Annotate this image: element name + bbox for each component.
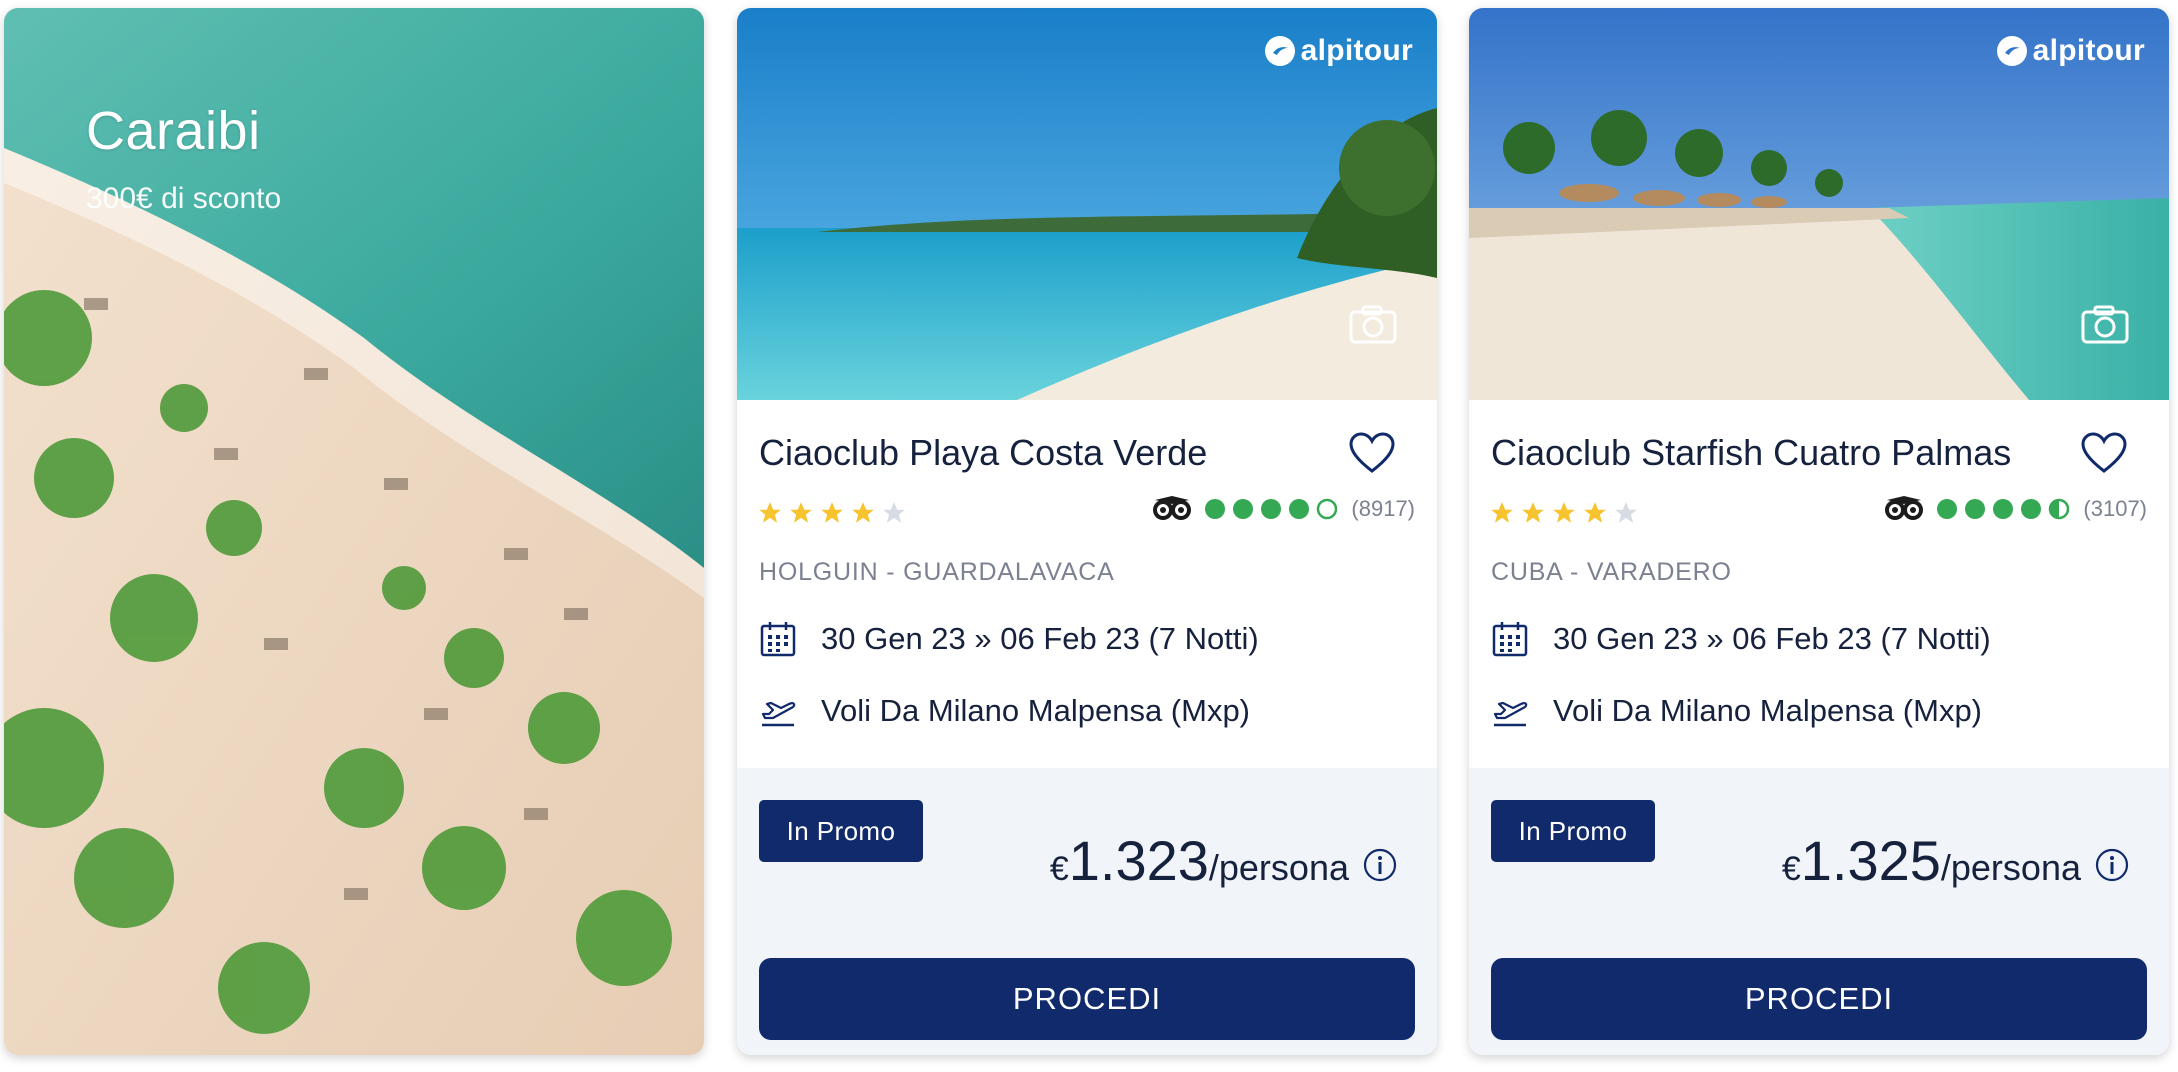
dates-text: 30 Gen 23 » 06 Feb 23 (7 Notti) [821, 621, 1259, 656]
travel-dates: 30 Gen 23 » 06 Feb 23 (7 Notti) [1491, 620, 1991, 658]
tripadvisor-owl-icon [1153, 496, 1192, 520]
alpitour-mark-icon [1264, 36, 1295, 66]
price-panel: In Promo € 1.323 /persona PROCEDI [737, 768, 1437, 1055]
flight-info: Voli Da Milano Malpensa (Mxp) [1491, 692, 1982, 730]
in-promo-badge: In Promo [1491, 800, 1655, 862]
rating-bubble-full-icon [1261, 499, 1282, 519]
price-amount: 1.323 [1068, 829, 1209, 892]
in-promo-badge: In Promo [759, 800, 923, 862]
tripadvisor-rating[interactable]: (8917) [1151, 494, 1415, 524]
price: € 1.323 /persona [1050, 828, 1397, 893]
price-currency: € [1049, 850, 1069, 888]
hotel-card-2[interactable]: alpitour Ciaoclub Starfish Cuatro Palmas [1469, 8, 2169, 1055]
star-empty-icon [883, 502, 905, 523]
brand-name: alpitour [1300, 34, 1413, 67]
rating-bubble-full-icon [1937, 499, 1958, 519]
plane-takeoff-icon [761, 701, 796, 727]
price-info-icon[interactable] [1363, 848, 1397, 882]
rating-bubble-full-icon [1289, 499, 1310, 519]
flights-text: Voli Da Milano Malpensa (Mxp) [1553, 693, 1983, 728]
rating-bubble-full-icon [1233, 499, 1254, 519]
rating-bubble-full-icon [1965, 499, 1986, 519]
price-unit: /persona [1940, 847, 2081, 888]
brand-name: alpitour [2032, 34, 2145, 67]
star-icon [790, 502, 812, 523]
hotel-name[interactable]: Ciaoclub Starfish Cuatro Palmas [1491, 432, 2011, 474]
alpitour-mark-icon [1996, 36, 2027, 66]
tripadvisor-owl-icon [1885, 496, 1924, 520]
rating-bubble-full-icon [1993, 499, 2014, 519]
star-icon [1584, 502, 1606, 523]
camera-icon[interactable] [2081, 304, 2129, 344]
star-icon [821, 502, 843, 523]
star-icon [759, 502, 781, 523]
dates-text: 30 Gen 23 » 06 Feb 23 (7 Notti) [1553, 621, 1991, 656]
promo-card-caraibi[interactable]: Caraibi 300€ di sconto [4, 8, 704, 1055]
star-rating [757, 500, 907, 526]
review-count: (3107) [2083, 496, 2147, 521]
calendar-icon [760, 622, 796, 657]
star-icon [1491, 502, 1513, 523]
plane-takeoff-icon [1493, 701, 1528, 727]
favorite-heart-icon[interactable] [2081, 432, 2127, 474]
favorite-heart-icon[interactable] [1349, 432, 1395, 474]
hotel-name[interactable]: Ciaoclub Playa Costa Verde [759, 432, 1207, 474]
hotel-card-1[interactable]: alpitour Ciaoclub Playa Costa Verde (891… [737, 8, 1437, 1055]
tripadvisor-rating[interactable]: (3107) [1883, 494, 2147, 524]
proceed-button[interactable]: PROCEDI [1491, 958, 2147, 1040]
price-unit: /persona [1208, 847, 1349, 888]
location-label: HOLGUIN - GUARDALAVACA [759, 558, 1115, 586]
star-empty-icon [1615, 502, 1637, 523]
star-rating [1489, 500, 1639, 526]
price: € 1.325 /persona [1782, 828, 2129, 893]
promo-title: Caraibi [86, 101, 261, 161]
review-count: (8917) [1351, 496, 1415, 521]
star-icon [852, 502, 874, 523]
proceed-button[interactable]: PROCEDI [759, 958, 1415, 1040]
flights-text: Voli Da Milano Malpensa (Mxp) [821, 693, 1251, 728]
rating-bubble-empty-icon [1317, 498, 1338, 520]
rating-bubble-half-icon [2049, 498, 2070, 520]
location-label: CUBA - VARADERO [1491, 558, 1732, 586]
promo-beach-image [4, 8, 704, 1055]
flight-info: Voli Da Milano Malpensa (Mxp) [759, 692, 1250, 730]
rating-bubble-full-icon [2021, 499, 2042, 519]
price-panel: In Promo € 1.325 /persona PROCEDI [1469, 768, 2169, 1055]
price-info-icon[interactable] [2095, 848, 2129, 882]
rating-bubble-full-icon [1205, 499, 1226, 519]
price-amount: 1.325 [1800, 829, 1941, 892]
travel-dates: 30 Gen 23 » 06 Feb 23 (7 Notti) [759, 620, 1259, 658]
star-icon [1522, 502, 1544, 523]
camera-icon[interactable] [1349, 304, 1397, 344]
star-icon [1553, 502, 1575, 523]
alpitour-logo: alpitour [1996, 34, 2145, 68]
calendar-icon [1492, 622, 1528, 657]
promo-subtitle: 300€ di sconto [86, 182, 282, 215]
price-currency: € [1781, 850, 1801, 888]
alpitour-logo: alpitour [1264, 34, 1413, 68]
